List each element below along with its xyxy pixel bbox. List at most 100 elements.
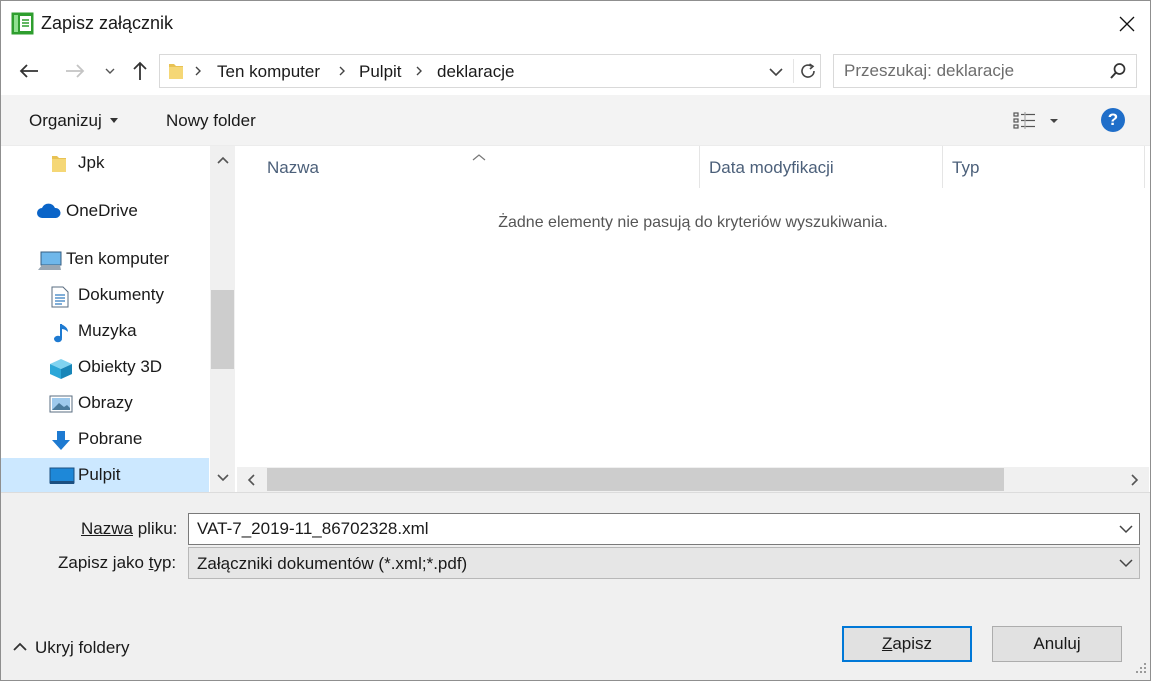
resize-grip-icon[interactable] [1136,658,1146,678]
sidebar-item-label: Pobrane [78,429,143,448]
horizontal-scrollbar-thumb[interactable] [267,468,1004,491]
chevron-down-icon [769,68,783,77]
app-icon [11,12,34,35]
scroll-up-button[interactable] [210,146,235,174]
refresh-button[interactable] [796,59,820,83]
search-box [833,54,1137,88]
sidebar-item-obrazy[interactable]: Obrazy [1,386,209,422]
column-divider[interactable] [1144,146,1145,188]
chevron-down-icon [216,474,229,482]
new-folder-button[interactable]: Nowy folder [166,111,256,131]
back-button[interactable] [13,55,45,87]
column-header-label: Data modyfikacji [709,158,834,177]
window-title: Zapisz załącznik [41,13,174,33]
column-header-label: Nazwa [267,158,319,177]
help-icon: ? [1107,110,1119,129]
navigation-pane: Jpk OneDrive Ten komputer Dokumenty Muzy… [1,146,235,492]
details-view-icon [1013,112,1058,129]
sidebar-item-obiekty-3d[interactable]: Obiekty 3D [1,350,209,386]
breadcrumb-pulpit[interactable]: Pulpit [359,62,402,82]
forward-button[interactable] [59,55,91,87]
sidebar-item-pobrane[interactable]: Pobrane [1,422,209,458]
filename-label-rest: pliku: [132,519,178,538]
chevron-down-icon [105,68,115,74]
music-icon [53,322,73,343]
folder-icon [51,154,71,174]
breadcrumb-deklaracje[interactable]: deklaracje [437,62,515,82]
sidebar-item-label: Ten komputer [66,249,169,268]
recent-locations-button[interactable] [101,55,119,87]
desktop-icon [49,466,75,486]
change-view-button[interactable] [1013,109,1065,133]
sidebar-item-label: Obrazy [78,393,133,412]
cloud-icon [36,202,62,222]
sidebar-scrollbar[interactable] [210,146,235,492]
column-header-date-modified[interactable]: Data modyfikacji [700,146,942,188]
sidebar-item-pulpit[interactable]: Pulpit [1,458,209,492]
document-icon [51,286,71,308]
help-button[interactable]: ? [1101,108,1125,132]
chevron-down-icon [1119,555,1133,576]
filetype-label: Zapisz jako typ: [58,553,176,573]
cancel-button[interactable]: Anuluj [992,626,1122,662]
search-icon[interactable] [1109,62,1127,85]
sidebar-item-label: Dokumenty [78,285,164,304]
title-bar: Zapisz załącznik [1,1,1150,47]
sidebar-item-dokumenty[interactable]: Dokumenty [1,278,209,314]
column-header-name[interactable]: Nazwa [237,146,699,188]
chevron-right-icon [1131,473,1139,486]
close-icon [1119,16,1135,32]
computer-icon [37,250,63,270]
arrow-right-icon [66,64,85,78]
close-button[interactable] [1104,1,1150,47]
save-options-panel: Nazwa pliku: Zapisz jako typ: Załączniki… [1,492,1150,680]
arrow-up-icon [133,61,147,80]
scroll-right-button[interactable] [1121,467,1149,492]
sidebar-item-label: Obiekty 3D [78,357,163,376]
sidebar-item-label: OneDrive [66,201,138,220]
caret-down-icon [109,118,118,123]
address-bar[interactable]: Ten komputer Pulpit deklaracje [159,54,821,88]
file-list: Nazwa Data modyfikacji Typ Żadne element… [237,146,1149,492]
save-button[interactable]: Zapisz [842,626,972,662]
filename-combobox [188,513,1140,545]
sidebar-item-label: Jpk [78,153,105,172]
filetype-select[interactable]: Załączniki dokumentów (*.xml;*.pdf) [188,547,1140,579]
hide-folders-button[interactable]: Ukryj foldery [13,638,129,658]
breadcrumb-separator-icon [415,63,423,84]
filetype-value: Załączniki dokumentów (*.xml;*.pdf) [197,554,468,573]
save-dialog: Zapisz załącznik Ten komputer Pulpit dek… [0,0,1151,681]
breadcrumb-ten-komputer[interactable]: Ten komputer [217,62,320,82]
organize-button[interactable]: Organizuj [29,111,118,131]
sidebar-item-label: Pulpit [78,465,121,484]
sidebar-scrollbar-thumb[interactable] [211,290,234,369]
sidebar-item-ten-komputer[interactable]: Ten komputer [1,242,209,278]
filetype-label-end: yp: [153,553,177,572]
sidebar-item-onedrive[interactable]: OneDrive [1,194,209,230]
scroll-left-button[interactable] [237,467,265,492]
sidebar-item-label: Muzyka [78,321,137,340]
search-input[interactable] [834,55,1104,87]
arrow-left-icon [19,64,38,78]
chevron-left-icon [247,473,255,486]
hide-folders-label: Ukryj foldery [35,638,130,657]
filename-label: Nazwa pliku: [81,519,177,539]
file-list-horizontal-scrollbar[interactable] [237,467,1149,492]
navigation-bar: Ten komputer Pulpit deklaracje [1,47,1150,95]
chevron-up-icon [216,156,229,164]
folder-icon [168,61,184,86]
breadcrumb-separator-icon [194,63,202,84]
address-history-button[interactable] [768,61,788,81]
cube-icon [49,358,73,379]
refresh-icon [801,63,815,78]
scroll-down-button[interactable] [210,464,235,492]
filename-label-accesskey: Nazwa [81,519,133,538]
filename-dropdown-button[interactable] [1119,521,1133,542]
sidebar-item-jpk[interactable]: Jpk [1,146,209,182]
organize-label: Organizuj [29,111,102,130]
column-header-type[interactable]: Typ [943,146,1143,188]
up-button[interactable] [127,55,153,87]
column-header-label: Typ [952,158,980,177]
sidebar-item-muzyka[interactable]: Muzyka [1,314,209,350]
filename-input[interactable] [189,514,1109,544]
